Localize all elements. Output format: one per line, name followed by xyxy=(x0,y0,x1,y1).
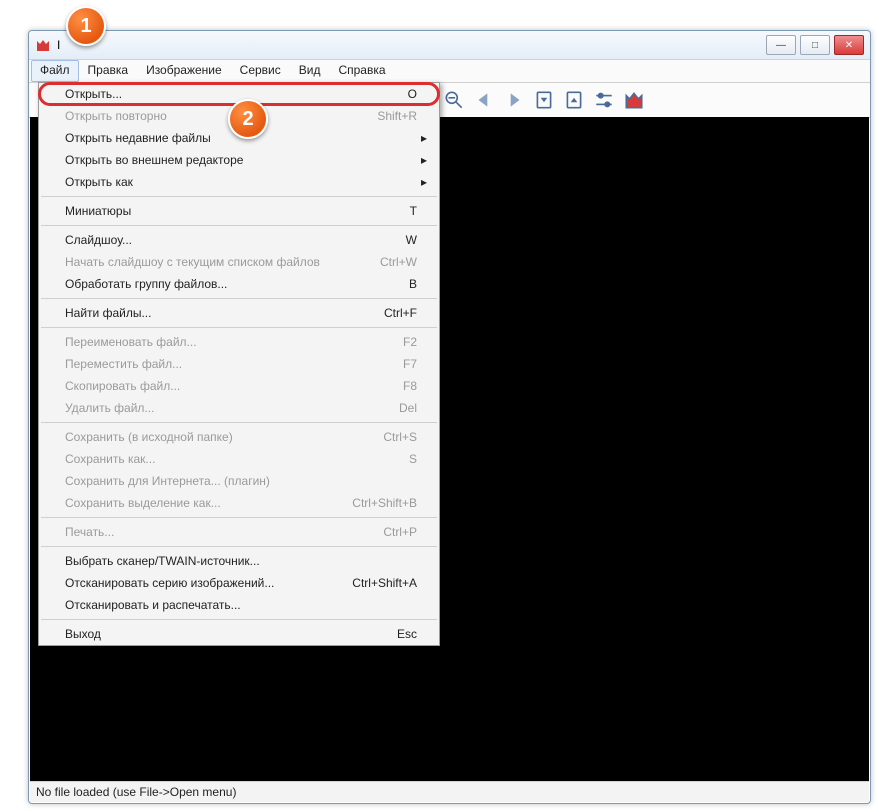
menu-item-label: Скопировать файл... xyxy=(65,379,387,393)
menu-item[interactable]: Отсканировать серию изображений... Ctrl+S… xyxy=(39,572,439,594)
menu-item[interactable]: Открыть как ▸ xyxy=(39,171,439,193)
menu-item-shortcut: Shift+R xyxy=(377,109,417,123)
menu-item-shortcut: Ctrl+Shift+A xyxy=(352,576,417,590)
minimize-button[interactable]: ― xyxy=(766,35,796,55)
menu-item-label: Начать слайдшоу с текущим списком файлов xyxy=(65,255,364,269)
titlebar: I ― □ ✕ xyxy=(29,31,870,60)
app-frame: I ― □ ✕ Файл Правка Изображение Сервис В… xyxy=(0,0,879,812)
menu-item[interactable]: Миниатюры T xyxy=(39,200,439,222)
menu-item[interactable]: Выбрать сканер/TWAIN-источник... xyxy=(39,550,439,572)
prev-file-icon[interactable] xyxy=(533,89,555,111)
menu-item-shortcut: Esc xyxy=(397,627,417,641)
menu-image[interactable]: Изображение xyxy=(137,60,231,82)
menu-item-shortcut: Ctrl+S xyxy=(383,430,417,444)
maximize-button[interactable]: □ xyxy=(800,35,830,55)
menu-item-label: Обработать группу файлов... xyxy=(65,277,393,291)
back-icon[interactable] xyxy=(473,89,495,111)
menu-service[interactable]: Сервис xyxy=(231,60,290,82)
menu-item: Удалить файл... Del xyxy=(39,397,439,419)
menu-item-shortcut: B xyxy=(409,277,417,291)
menu-item[interactable]: Открыть во внешнем редакторе ▸ xyxy=(39,149,439,171)
menu-item-label: Открыть повторно xyxy=(65,109,361,123)
menu-item-shortcut: S xyxy=(409,452,417,466)
menu-item: Переместить файл... F7 xyxy=(39,353,439,375)
submenu-arrow-icon: ▸ xyxy=(417,175,427,189)
menu-separator xyxy=(41,298,437,299)
menu-help[interactable]: Справка xyxy=(329,60,394,82)
window-buttons: ― □ ✕ xyxy=(766,35,864,55)
next-file-icon[interactable] xyxy=(563,89,585,111)
menu-separator xyxy=(41,546,437,547)
menu-item-label: Переименовать файл... xyxy=(65,335,387,349)
menu-separator xyxy=(41,196,437,197)
menu-separator xyxy=(41,619,437,620)
menu-item-label: Сохранить (в исходной папке) xyxy=(65,430,367,444)
menu-item-label: Открыть... xyxy=(65,87,392,101)
menu-item: Сохранить для Интернета... (плагин) xyxy=(39,470,439,492)
menu-item[interactable]: Найти файлы... Ctrl+F xyxy=(39,302,439,324)
menu-item-shortcut: T xyxy=(410,204,417,218)
menu-item-shortcut: F7 xyxy=(403,357,417,371)
menu-item-shortcut: F8 xyxy=(403,379,417,393)
app-mascot-icon[interactable] xyxy=(623,89,645,111)
menu-separator xyxy=(41,225,437,226)
menu-item-label: Переместить файл... xyxy=(65,357,387,371)
menu-item-label: Открыть как xyxy=(65,175,401,189)
annotation-badge-2: 2 xyxy=(228,99,268,139)
menu-item-label: Отсканировать серию изображений... xyxy=(65,576,336,590)
menu-item-shortcut: Ctrl+P xyxy=(383,525,417,539)
menu-item-shortcut: F2 xyxy=(403,335,417,349)
submenu-arrow-icon: ▸ xyxy=(417,131,427,145)
settings-icon[interactable] xyxy=(593,89,615,111)
menu-separator xyxy=(41,327,437,328)
menu-item-shortcut: Del xyxy=(399,401,417,415)
menu-item-label: Миниатюры xyxy=(65,204,394,218)
menu-item-label: Сохранить выделение как... xyxy=(65,496,336,510)
menu-item-label: Открыть во внешнем редакторе xyxy=(65,153,401,167)
menu-item-shortcut: Ctrl+Shift+B xyxy=(352,496,417,510)
menu-item-label: Сохранить для Интернета... (плагин) xyxy=(65,474,401,488)
menu-item: Сохранить выделение как... Ctrl+Shift+B xyxy=(39,492,439,514)
menu-item-shortcut: O xyxy=(408,87,417,101)
menu-view[interactable]: Вид xyxy=(290,60,330,82)
menu-item-shortcut: Ctrl+F xyxy=(384,306,417,320)
menu-item-label: Выбрать сканер/TWAIN-источник... xyxy=(65,554,401,568)
status-text: No file loaded (use File->Open menu) xyxy=(36,785,236,799)
menu-item[interactable]: Выход Esc xyxy=(39,623,439,645)
submenu-arrow-icon: ▸ xyxy=(417,153,427,167)
menu-separator xyxy=(41,422,437,423)
menu-item: Печать... Ctrl+P xyxy=(39,521,439,543)
menu-item-label: Отсканировать и распечатать... xyxy=(65,598,401,612)
menu-item-shortcut: Ctrl+W xyxy=(380,255,417,269)
menu-item[interactable]: Слайдшоу... W xyxy=(39,229,439,251)
window-title: I xyxy=(57,38,60,52)
menu-item-shortcut: W xyxy=(406,233,417,247)
zoom-out-icon[interactable] xyxy=(443,89,465,111)
forward-icon[interactable] xyxy=(503,89,525,111)
menu-item: Переименовать файл... F2 xyxy=(39,331,439,353)
menu-item: Скопировать файл... F8 xyxy=(39,375,439,397)
app-icon xyxy=(35,37,51,53)
menu-item-label: Найти файлы... xyxy=(65,306,368,320)
menu-item: Начать слайдшоу с текущим списком файлов… xyxy=(39,251,439,273)
menu-item-label: Сохранить как... xyxy=(65,452,393,466)
menu-item[interactable]: Отсканировать и распечатать... xyxy=(39,594,439,616)
menu-item-label: Печать... xyxy=(65,525,367,539)
menu-edit[interactable]: Правка xyxy=(79,60,138,82)
menu-item: Сохранить (в исходной папке) Ctrl+S xyxy=(39,426,439,448)
menu-item[interactable]: Обработать группу файлов... B xyxy=(39,273,439,295)
menu-file[interactable]: Файл xyxy=(31,60,79,82)
menu-item: Сохранить как... S xyxy=(39,448,439,470)
annotation-badge-1: 1 xyxy=(66,6,106,46)
menu-item-label: Выход xyxy=(65,627,381,641)
menubar: Файл Правка Изображение Сервис Вид Справ… xyxy=(29,60,870,83)
statusbar: No file loaded (use File->Open menu) xyxy=(30,781,869,802)
menu-item-label: Слайдшоу... xyxy=(65,233,390,247)
close-button[interactable]: ✕ xyxy=(834,35,864,55)
file-menu-dropdown: Открыть... O Открыть повторно Shift+R Открыт… xyxy=(38,82,440,646)
menu-item-label: Удалить файл... xyxy=(65,401,383,415)
menu-separator xyxy=(41,517,437,518)
